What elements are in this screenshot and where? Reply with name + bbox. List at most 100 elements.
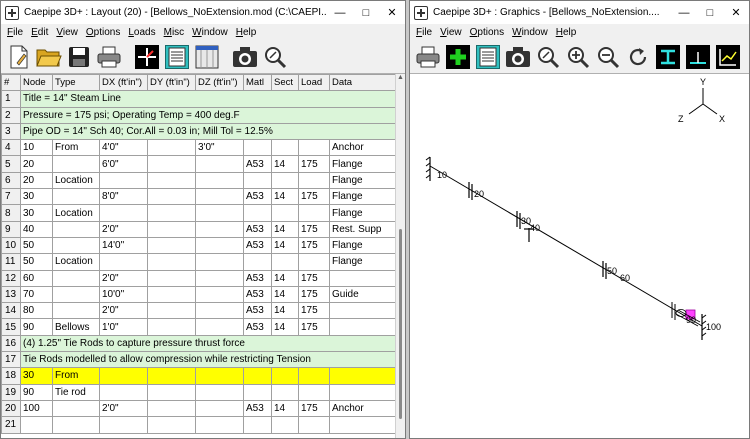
grid-cell[interactable] — [329, 383, 396, 401]
grid-cell[interactable] — [271, 204, 299, 222]
grid-cell[interactable]: A53 — [243, 155, 272, 173]
grid-cell[interactable] — [147, 367, 196, 385]
grid-cell[interactable]: A53 — [243, 188, 272, 206]
menu-options[interactable]: Options — [82, 27, 124, 38]
camera-icon[interactable] — [231, 43, 259, 71]
layout-titlebar[interactable]: Caepipe 3D+ : Layout (20) - [Bellows_NoE… — [1, 1, 405, 24]
list-icon[interactable] — [163, 43, 191, 71]
grid-cell[interactable]: Flange — [329, 171, 396, 190]
grid-cell[interactable] — [147, 318, 196, 336]
grid-cell[interactable]: 175 — [298, 302, 330, 320]
grid-cell[interactable] — [271, 367, 299, 385]
table-row[interactable]: 13 70 10'0" A53 14 175 Guide — [1, 285, 396, 304]
grid-cell[interactable] — [20, 416, 53, 434]
grid-cell[interactable] — [298, 253, 330, 271]
grid-cell[interactable] — [298, 416, 330, 434]
grid-cell[interactable] — [195, 236, 244, 255]
grid-cell[interactable]: Rest. Supp — [329, 220, 396, 238]
grid-cell[interactable] — [99, 253, 148, 271]
menu-help[interactable]: Help — [552, 27, 581, 38]
open-folder-icon[interactable] — [35, 43, 63, 71]
window-icon[interactable] — [193, 43, 221, 71]
grid-cell[interactable]: 1'0" — [99, 318, 148, 336]
grid-cell[interactable] — [329, 269, 396, 287]
menu-window[interactable]: Window — [188, 27, 232, 38]
grid-cell[interactable]: 175 — [298, 188, 330, 206]
grid-cell[interactable] — [99, 383, 148, 401]
grid-cell[interactable] — [147, 253, 196, 271]
grid-cell[interactable] — [147, 220, 196, 238]
row-number[interactable]: 7 — [1, 188, 21, 206]
column-header[interactable]: DX (ft'in") — [99, 74, 148, 92]
grid-cell[interactable] — [99, 171, 148, 190]
menu-options[interactable]: Options — [466, 27, 508, 38]
grid-cell[interactable]: 6'0" — [99, 155, 148, 173]
graphics-titlebar[interactable]: Caepipe 3D+ : Graphics - [Bellows_NoExte… — [410, 1, 749, 24]
grid-cell[interactable] — [298, 383, 330, 401]
grid-cell[interactable]: Flange — [329, 188, 396, 206]
grid-cell[interactable] — [147, 302, 196, 320]
row-number[interactable]: 14 — [1, 302, 21, 320]
piping-model[interactable]: Y Z X 10 20 30 40 50 60 90 100 — [410, 74, 749, 438]
grid-cell[interactable] — [147, 399, 196, 418]
grid-cell[interactable]: 2'0" — [99, 269, 148, 287]
menu-view[interactable]: View — [436, 27, 466, 38]
row-number[interactable]: 4 — [1, 139, 21, 157]
grid-cell[interactable] — [329, 367, 396, 385]
plot-icon[interactable] — [714, 43, 742, 71]
grid-cell[interactable]: 14 — [271, 269, 299, 287]
grid-cell[interactable]: A53 — [243, 318, 272, 336]
row-number[interactable]: 1 — [1, 90, 21, 108]
row-number[interactable]: 13 — [1, 285, 21, 304]
grid-cell[interactable] — [147, 155, 196, 173]
grid-cell[interactable]: A53 — [243, 236, 272, 255]
table-row[interactable]: 3 Pipe OD = 14" Sch 40; Cor.All = 0.03 in… — [1, 122, 396, 141]
grid-cell[interactable]: 40 — [20, 220, 53, 238]
grid-cell[interactable] — [195, 220, 244, 238]
row-number[interactable]: 9 — [1, 220, 21, 238]
column-header[interactable]: # — [1, 74, 21, 92]
grid-cell[interactable]: Flange — [329, 236, 396, 255]
grid-cell[interactable] — [52, 302, 100, 320]
close-icon[interactable]: ✕ — [379, 1, 405, 24]
grid-cell[interactable] — [195, 171, 244, 190]
grid-cell[interactable]: 3'0" — [195, 139, 244, 157]
zoom-icon[interactable] — [261, 43, 289, 71]
grid-cell[interactable] — [195, 416, 244, 434]
minimize-icon[interactable]: — — [671, 1, 697, 24]
table-row[interactable]: 19 90 Tie rod — [1, 383, 396, 401]
grid-cell[interactable]: Anchor — [329, 399, 396, 418]
grid-cell[interactable] — [52, 269, 100, 287]
row-number[interactable]: 11 — [1, 253, 21, 271]
row-number[interactable]: 20 — [1, 399, 21, 418]
grid-cell[interactable] — [195, 269, 244, 287]
row-number[interactable]: 12 — [1, 269, 21, 287]
column-header[interactable]: Node — [20, 74, 53, 92]
grid-cell[interactable]: 14 — [271, 155, 299, 173]
grid-cell[interactable]: Guide — [329, 285, 396, 304]
grid-cell[interactable]: A53 — [243, 302, 272, 320]
grid-cell[interactable] — [329, 302, 396, 320]
table-row[interactable]: 11 50 Location Flange — [1, 253, 396, 271]
grid-cell[interactable]: Flange — [329, 253, 396, 271]
grid-cell[interactable]: 14 — [271, 236, 299, 255]
row-number[interactable]: 17 — [1, 351, 21, 369]
menu-misc[interactable]: Misc — [160, 27, 189, 38]
grid-cell[interactable]: 14 — [271, 220, 299, 238]
grid-cell[interactable] — [147, 416, 196, 434]
row-number[interactable]: 21 — [1, 416, 21, 434]
grid-cell[interactable]: 10 — [20, 139, 53, 157]
row-number[interactable]: 6 — [1, 171, 21, 190]
grid-cell[interactable] — [52, 188, 100, 206]
grid-cell[interactable] — [243, 416, 272, 434]
grid-cell[interactable]: 175 — [298, 285, 330, 304]
table-row[interactable]: 16 (4) 1.25" Tie Rods to capture pressure… — [1, 334, 396, 353]
column-header[interactable]: Matl — [243, 74, 272, 92]
grid-cell[interactable] — [147, 236, 196, 255]
grid-cell[interactable]: 175 — [298, 236, 330, 255]
grid-cell[interactable] — [329, 416, 396, 434]
grid-cell[interactable]: 20 — [20, 155, 53, 173]
print-icon[interactable] — [95, 43, 123, 71]
grid-cell[interactable]: 175 — [298, 318, 330, 336]
grid-cell[interactable] — [52, 285, 100, 304]
